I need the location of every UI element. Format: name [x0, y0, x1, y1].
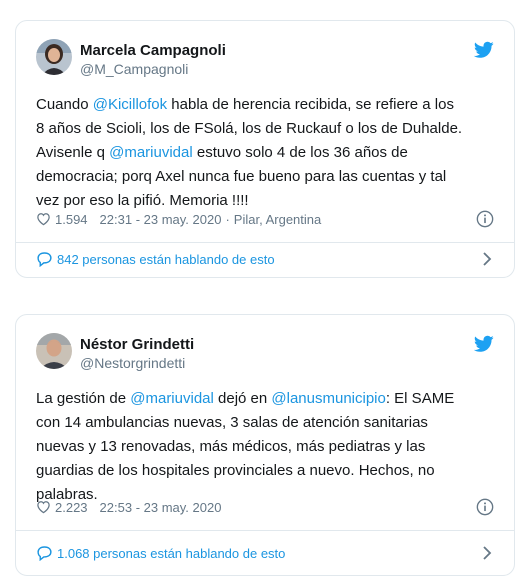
text-span: guardias de los hospitales provinciales …	[36, 462, 435, 479]
text-span: dejó en	[213, 390, 272, 407]
mention-link[interactable]: @Kicillofok	[93, 96, 167, 113]
tweet-header: Néstor Grindetti @Nestorgrindetti	[16, 315, 514, 375]
info-circle-icon[interactable]	[476, 498, 494, 516]
tweet-line: democracia; porq Axel nunca fue bueno pa…	[36, 165, 496, 189]
tweet-location[interactable]: Pilar, Argentina	[234, 212, 321, 227]
tweet-meta: 1.594 22:31 - 23 may. 2020 · Pilar, Arge…	[36, 209, 494, 229]
tweet-line: con 14 ambulancias nuevas, 3 salas de at…	[36, 411, 496, 435]
mention-link[interactable]: @mariuvidal	[130, 390, 214, 407]
conversation-text[interactable]: 1.068 personas están hablando de esto	[57, 546, 285, 561]
separator: ·	[225, 211, 230, 227]
heart-outline-icon[interactable]	[36, 212, 51, 226]
tweet-meta: 2.223 22:53 - 23 may. 2020	[36, 497, 494, 517]
divider	[16, 530, 514, 531]
mention-link[interactable]: @mariuvidal	[109, 144, 193, 161]
text-span: Avisenle q	[36, 144, 110, 161]
tweet-line: Cuando @Kicillofok habla de herencia rec…	[36, 93, 496, 117]
handle[interactable]: @Nestorgrindetti	[80, 354, 194, 372]
author-names: Néstor Grindetti @Nestorgrindetti	[80, 336, 194, 372]
tweet-card[interactable]: Néstor Grindetti @Nestorgrindetti La ges…	[15, 314, 515, 576]
tweet-line: La gestión de @mariuvidal dejó en @lanus…	[36, 387, 496, 411]
conversation-text[interactable]: 842 personas están hablando de esto	[57, 252, 275, 267]
text-span: : El SAME	[385, 390, 455, 407]
text-span: nuevas y 13 renovadas, más médicos, más …	[36, 438, 426, 455]
like-count[interactable]: 1.594	[55, 212, 88, 227]
twitter-bird-icon[interactable]	[474, 335, 494, 353]
tweet-line: guardias de los hospitales provinciales …	[36, 459, 496, 483]
handle[interactable]: @M_Campagnoli	[80, 60, 226, 78]
display-name[interactable]: Néstor Grindetti	[80, 336, 194, 354]
tweet-line: Avisenle q @mariuvidal estuvo solo 4 de …	[36, 141, 496, 165]
text-span: estuvo solo 4 de los 36 años de	[192, 144, 408, 161]
text-span: La gestión de	[36, 390, 131, 407]
conversation-link[interactable]: 842 personas están hablando de esto	[36, 248, 494, 270]
mention-link[interactable]: @lanusmunicipio	[271, 390, 385, 407]
text-span: democracia; porq Axel nunca fue bueno pa…	[36, 168, 447, 185]
tweet-text: La gestión de @mariuvidal dejó en @lanus…	[36, 387, 496, 507]
tweet-line: nuevas y 13 renovadas, más médicos, más …	[36, 435, 496, 459]
info-circle-icon[interactable]	[476, 210, 494, 228]
chevron-right-icon[interactable]	[482, 546, 492, 560]
tweet-header: Marcela Campagnoli @M_Campagnoli	[16, 21, 514, 81]
text-span: con 14 ambulancias nuevas, 3 salas de at…	[36, 414, 428, 431]
tweet-time[interactable]: 22:31 - 23 may. 2020	[100, 212, 222, 227]
like-count[interactable]: 2.223	[55, 500, 88, 515]
text-span: 8 años de Scioli, los de FSolá, los de R…	[36, 120, 463, 137]
tweet-text: Cuando @Kicillofok habla de herencia rec…	[36, 93, 496, 213]
tweet-time[interactable]: 22:53 - 23 may. 2020	[100, 500, 222, 515]
display-name[interactable]: Marcela Campagnoli	[80, 42, 226, 60]
chevron-right-icon[interactable]	[482, 252, 492, 266]
tweet-line: 8 años de Scioli, los de FSolá, los de R…	[36, 117, 496, 141]
tweet-card[interactable]: Marcela Campagnoli @M_Campagnoli Cuando …	[15, 20, 515, 278]
author-names: Marcela Campagnoli @M_Campagnoli	[80, 42, 226, 78]
text-span: vez por eso la pifió. Memoria !!!!	[36, 192, 249, 209]
twitter-bird-icon[interactable]	[474, 41, 494, 59]
text-span: habla de herencia recibida, se refiere a…	[167, 96, 454, 113]
avatar[interactable]	[36, 39, 72, 75]
divider	[16, 242, 514, 243]
avatar[interactable]	[36, 333, 72, 369]
heart-outline-icon[interactable]	[36, 500, 51, 514]
speech-bubble-icon	[37, 546, 52, 561]
conversation-link[interactable]: 1.068 personas están hablando de esto	[36, 542, 494, 564]
text-span: Cuando	[36, 96, 93, 113]
speech-bubble-icon	[37, 252, 52, 267]
